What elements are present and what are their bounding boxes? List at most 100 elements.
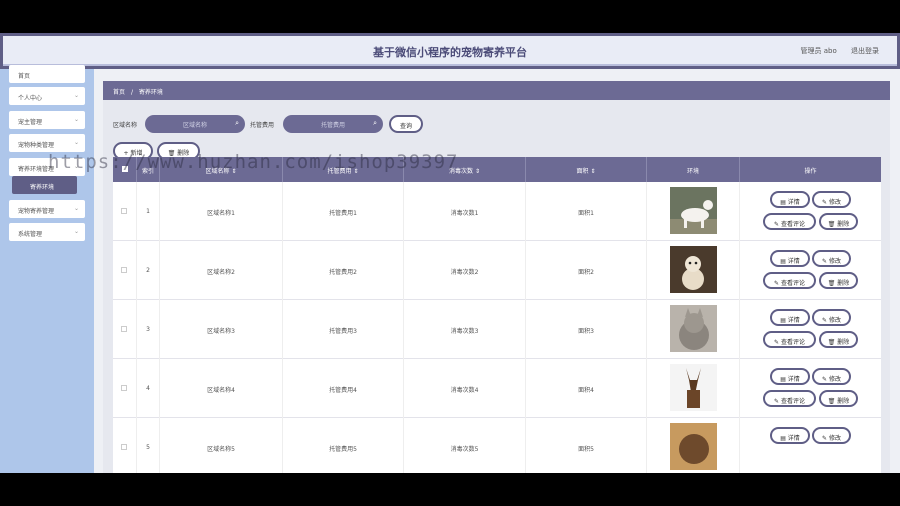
breadcrumb-home[interactable]: 首页 (113, 89, 125, 96)
review-button[interactable]: ✎ 查看评论 (763, 390, 816, 407)
row-select[interactable] (113, 418, 137, 473)
detail-button[interactable]: ▤ 详情 (770, 427, 810, 444)
checkbox[interactable] (121, 444, 127, 450)
review-button-label: 查看评论 (780, 280, 805, 287)
detail-button-label: 详情 (787, 199, 800, 206)
table-row: 2 区域名称2 托管费用2 消毒次数2 面积2 ▤ 详情 ✎ 修改 ✎ 查看评论 (113, 241, 881, 300)
small-dog-image[interactable] (670, 246, 717, 293)
brown-dog-image[interactable] (670, 364, 717, 411)
pencil-icon: ✎ (774, 221, 781, 228)
edit-button[interactable]: ✎ 修改 (812, 427, 851, 444)
delete-button[interactable]: 🗑 删除 (819, 390, 858, 407)
main-content: 首页 / 寄养环境 区域名称 区域名称 ⌕ 托管费用 托管费用 ⌕ 查询 + 新… (103, 81, 890, 473)
detail-button[interactable]: ▤ 详情 (770, 191, 810, 208)
sidebar-item-pet-type[interactable]: 宠物种类管理 ⌄ (9, 134, 85, 152)
query-button[interactable]: 查询 (389, 115, 423, 133)
trash-icon: 🗑 (827, 280, 838, 287)
delete-button-label: 删除 (837, 221, 850, 228)
pencil-icon: ✎ (822, 376, 829, 383)
row-select[interactable] (113, 300, 137, 359)
header-size[interactable]: 面积 ⇕ (526, 157, 647, 182)
review-button[interactable]: ✎ 查看评论 (763, 272, 816, 289)
row-select[interactable] (113, 182, 137, 241)
chevron-down-icon: ⌄ (73, 92, 79, 99)
delete-button-label: 删除 (837, 398, 850, 405)
grey-cat-image[interactable] (670, 305, 717, 352)
cell-size: 面积1 (526, 182, 647, 241)
cell-fee: 托管费用3 (283, 300, 404, 359)
sidebar-item-boarding[interactable]: 宠物寄养管理 ⌄ (9, 200, 85, 218)
delete-button-label: 删除 (837, 339, 850, 346)
brown-cat-image[interactable] (670, 423, 717, 470)
delete-button[interactable]: 🗑 删除 (819, 331, 858, 348)
cell-fee: 托管费用5 (283, 418, 404, 473)
table-row: 1 区域名称1 托管费用1 消毒次数1 面积1 ▤ 详情 ✎ 修改 ✎ 查看评论 (113, 182, 881, 241)
cell-environment (647, 241, 740, 300)
edit-button-label: 修改 (828, 317, 841, 324)
cell-disinfect: 消毒次数2 (404, 241, 526, 300)
top-links: 管理员 abo 退出登录 (789, 46, 879, 56)
white-dog-image[interactable] (670, 187, 717, 234)
pencil-icon: ✎ (774, 280, 781, 287)
cell-disinfect: 消毒次数3 (404, 300, 526, 359)
review-button[interactable]: ✎ 查看评论 (763, 213, 816, 230)
area-search-input[interactable]: 区域名称 ⌕ (145, 115, 245, 133)
edit-button[interactable]: ✎ 修改 (812, 191, 851, 208)
edit-button[interactable]: ✎ 修改 (812, 250, 851, 267)
sidebar-item-label: 首页 (18, 73, 31, 80)
cell-disinfect: 消毒次数5 (404, 418, 526, 473)
edit-button[interactable]: ✎ 修改 (812, 309, 851, 326)
checkbox[interactable] (121, 385, 127, 391)
sidebar-item-label: 宠物寄养管理 (18, 208, 55, 215)
delete-button[interactable]: 🗑 删除 (819, 213, 858, 230)
chevron-down-icon: ⌄ (73, 116, 79, 123)
search-icon: ⌕ (235, 119, 239, 127)
delete-button[interactable]: 🗑 删除 (819, 272, 858, 289)
cell-area: 区域名称4 (160, 359, 283, 418)
edit-button-label: 修改 (828, 199, 841, 206)
table-row: 4 区域名称4 托管费用4 消毒次数4 面积4 ▤ 详情 ✎ 修改 ✎ 查看评论 (113, 359, 881, 418)
cell-index: 4 (137, 359, 160, 418)
checkbox[interactable] (121, 326, 127, 332)
review-button-label: 查看评论 (780, 221, 805, 228)
pencil-icon: ✎ (822, 435, 829, 442)
sidebar-item-owner[interactable]: 宠主管理 ⌄ (9, 111, 85, 129)
area-placeholder: 区域名称 (182, 122, 207, 129)
cell-size: 面积4 (526, 359, 647, 418)
row-select[interactable] (113, 241, 137, 300)
sidebar-item-environment[interactable]: 寄养环境 (12, 176, 77, 194)
area-label: 区域名称 (113, 122, 138, 129)
pencil-icon: ✎ (822, 199, 829, 206)
cell-size: 面积5 (526, 418, 647, 473)
app-window: 基于微信小程序的宠物寄养平台 管理员 abo 退出登录 首页 个人中心 ⌄ 宠主… (0, 33, 900, 473)
cell-area: 区域名称1 (160, 182, 283, 241)
breadcrumb-separator: / (130, 89, 133, 96)
logout-link[interactable]: 退出登录 (851, 47, 879, 55)
top-bar: 基于微信小程序的宠物寄养平台 管理员 abo 退出登录 (0, 33, 900, 69)
cell-index: 5 (137, 418, 160, 473)
sidebar-item-system[interactable]: 系统管理 ⌄ (9, 223, 85, 241)
cell-size: 面积2 (526, 241, 647, 300)
pencil-icon: ✎ (822, 258, 829, 265)
cell-actions: ▤ 详情 ✎ 修改 ✎ 查看评论 🗑 删除 (740, 182, 881, 241)
user-label[interactable]: 管理员 abo (801, 47, 837, 55)
detail-button[interactable]: ▤ 详情 (770, 250, 810, 267)
cell-index: 3 (137, 300, 160, 359)
sidebar-item-profile[interactable]: 个人中心 ⌄ (9, 87, 85, 105)
cell-disinfect: 消毒次数4 (404, 359, 526, 418)
table-row: 5 区域名称5 托管费用5 消毒次数5 面积5 ▤ 详情 ✎ 修改 (113, 418, 881, 473)
chevron-down-icon: ⌄ (73, 139, 79, 146)
checkbox[interactable] (121, 208, 127, 214)
row-select[interactable] (113, 359, 137, 418)
detail-button-label: 详情 (787, 376, 800, 383)
checkbox[interactable] (121, 267, 127, 273)
trash-icon: 🗑 (827, 398, 838, 405)
detail-button-label: 详情 (787, 435, 800, 442)
sidebar-item-home[interactable]: 首页 (9, 65, 85, 83)
review-button-label: 查看评论 (780, 398, 805, 405)
detail-button[interactable]: ▤ 详情 (770, 368, 810, 385)
detail-button[interactable]: ▤ 详情 (770, 309, 810, 326)
fee-search-input[interactable]: 托管费用 ⌕ (283, 115, 383, 133)
edit-button[interactable]: ✎ 修改 (812, 368, 851, 385)
review-button[interactable]: ✎ 查看评论 (763, 331, 816, 348)
